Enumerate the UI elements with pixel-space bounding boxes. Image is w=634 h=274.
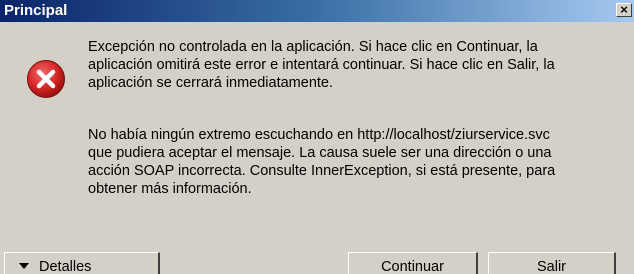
continue-button[interactable]: Continuar bbox=[348, 252, 478, 274]
title-bar[interactable]: Principal × bbox=[0, 0, 634, 22]
error-dialog: Principal × Excepción no controlada en l… bbox=[0, 0, 634, 274]
message-main: Excepción no controlada en la aplicación… bbox=[88, 39, 555, 91]
chevron-down-icon bbox=[19, 263, 29, 269]
details-button[interactable]: Detalles bbox=[4, 252, 160, 274]
error-icon bbox=[27, 60, 65, 98]
window-title: Principal bbox=[4, 2, 68, 19]
exit-button[interactable]: Salir bbox=[488, 252, 616, 274]
message-detail: No había ningún extremo escuchando en ht… bbox=[88, 127, 556, 197]
details-button-label: Detalles bbox=[39, 259, 92, 274]
close-icon: × bbox=[620, 2, 628, 17]
close-button[interactable]: × bbox=[616, 3, 632, 17]
